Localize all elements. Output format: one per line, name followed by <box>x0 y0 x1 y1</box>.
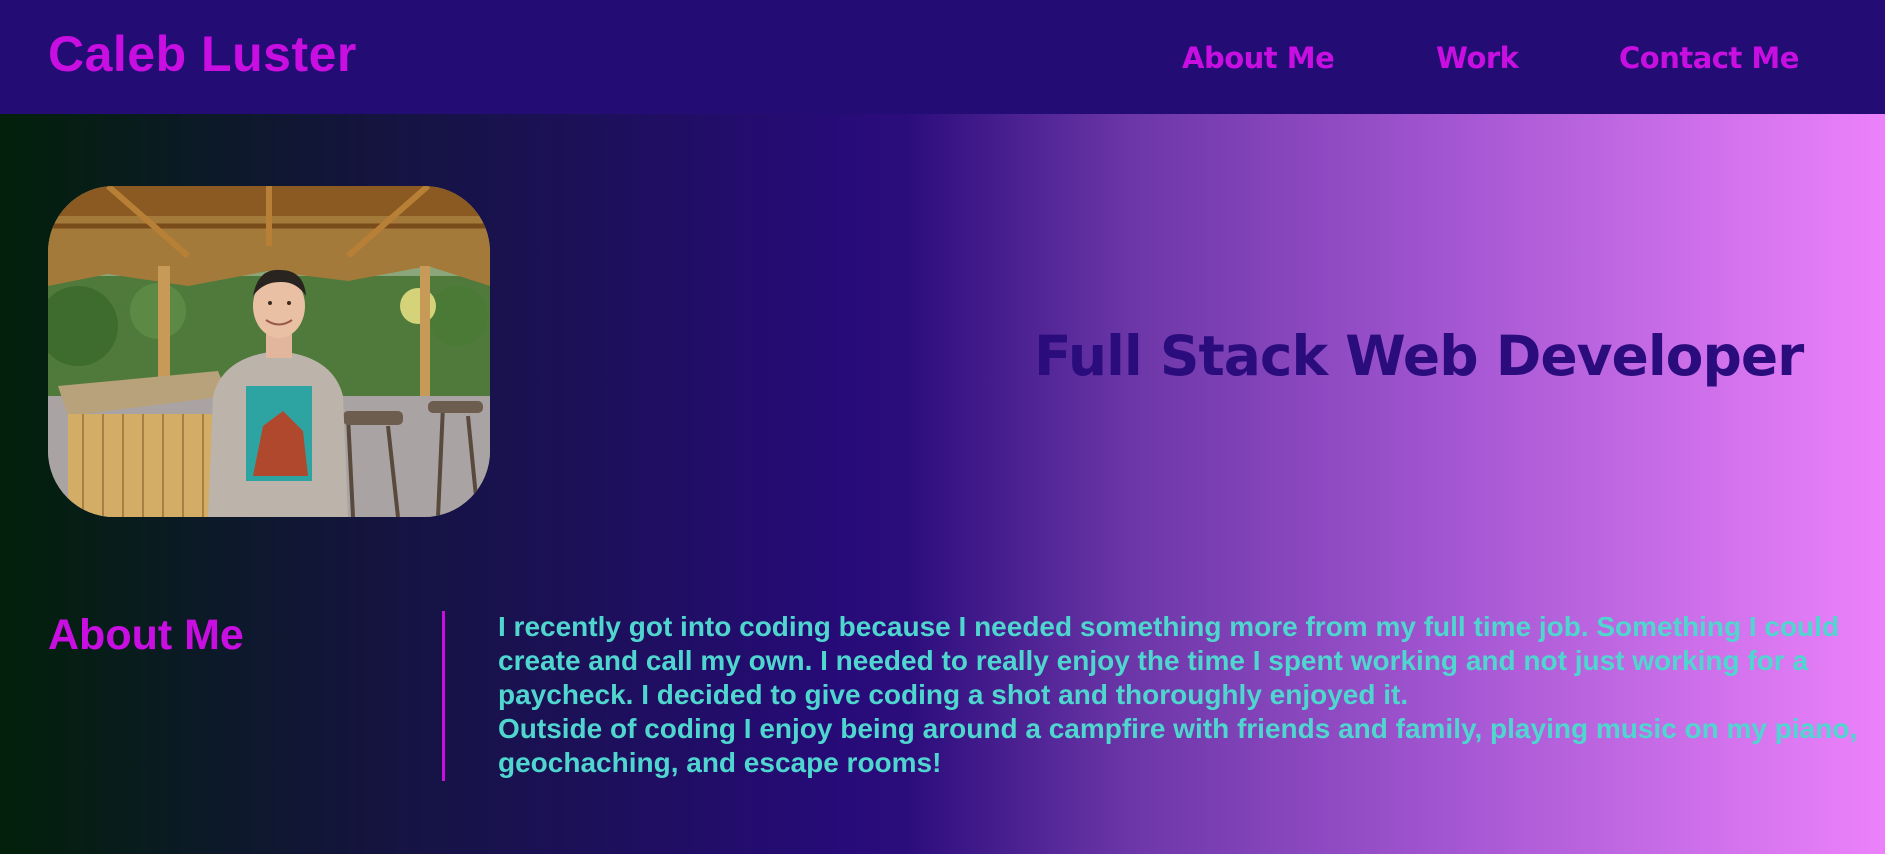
about-paragraph: I recently got into coding because I nee… <box>498 611 1840 710</box>
nav-link-about-me[interactable]: About Me <box>1182 38 1335 78</box>
site-header: Caleb Luster About Me Work Contact Me <box>0 0 1885 114</box>
hero-tagline: Full Stack Web Developer <box>1034 324 1804 388</box>
main-nav: About Me Work Contact Me <box>0 38 1885 78</box>
about-body: I recently got into coding because I nee… <box>498 610 1858 780</box>
nav-link-contact-me[interactable]: Contact Me <box>1619 38 1799 78</box>
about-divider <box>442 611 445 781</box>
about-paragraph: Outside of coding I enjoy being around a… <box>498 713 1858 778</box>
profile-photo <box>48 186 490 517</box>
nav-link-work[interactable]: Work <box>1436 38 1519 78</box>
about-heading: About Me <box>48 611 244 659</box>
